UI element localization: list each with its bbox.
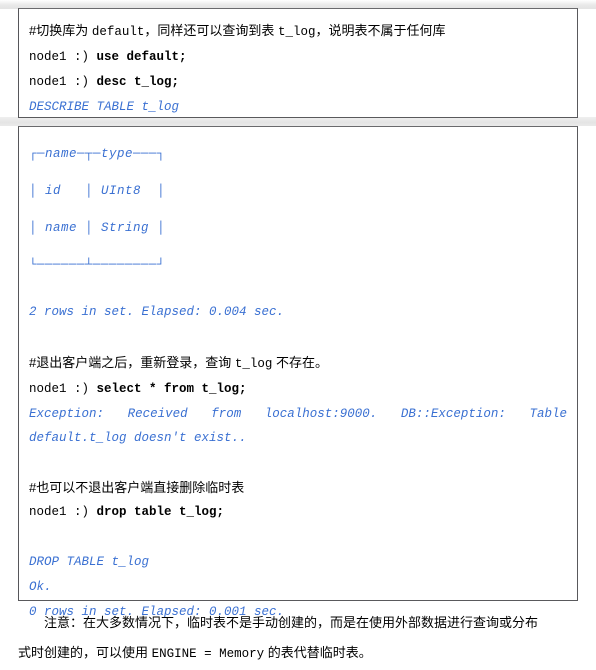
output-drop-table-echo: DROP TABLE t_log (29, 555, 150, 569)
output-exception-line-2: default.t_log doesn't exist.. (29, 431, 247, 445)
comment-text-part-1: #退出客户端之后，重新登录，查询 (29, 355, 235, 370)
comment-code-default: default (91, 25, 145, 39)
note-line-1: 注意：在大多数情况下，临时表不是手动创建的，而是在使用外部数据进行查询或分布 (44, 615, 539, 630)
command-line-select-tlog: node1 :) select * from t_log; (29, 377, 567, 402)
note-paragraph: 注意：在大多数情况下，临时表不是手动创建的，而是在使用外部数据进行查询或分布式时… (18, 608, 578, 669)
output-exception-line-1: Exception: Received from localhost:9000.… (29, 407, 567, 421)
comment-text-part-1: #切换库为 (29, 23, 92, 38)
sql-statement: use default; (96, 50, 187, 64)
comment-code-tlog: t_log (234, 357, 273, 371)
shell-prompt: node1 :) (29, 75, 97, 89)
comment-line-drop-temp-table: #也可以不退出客户端直接删除临时表 (29, 480, 245, 495)
code-block-1: #切换库为 default，同样还可以查询到表 t_log，说明表不属于任何库 … (18, 8, 578, 118)
sql-statement: select * from t_log; (96, 382, 247, 396)
note-line-2: 式时创建的，可以使用 ENGINE = Memory 的表代替临时表。 (18, 638, 578, 669)
code-block-2: ┌─name─┬─type───┐ │ id │ UInt8 │ │ name … (18, 126, 578, 619)
output-ok: Ok. (29, 580, 52, 594)
shell-prompt: node1 :) (29, 50, 97, 64)
sql-statement: desc t_log; (96, 75, 180, 89)
result-table-header-row: ┌─name─┬─type───┐ (29, 147, 166, 161)
output-rows-summary-describe: 2 rows in set. Elapsed: 0.004 sec. (29, 305, 285, 319)
note-engine-memory-code: ENGINE = Memory (151, 647, 265, 661)
code-block-2-content: ┌─name─┬─type───┐ │ id │ UInt8 │ │ name … (19, 127, 577, 631)
output-describe-table: DESCRIBE TABLE t_log (29, 100, 180, 114)
comment-text-part-2: 不存在。 (272, 355, 328, 370)
comment-code-tlog: t_log (277, 25, 316, 39)
note-line-2-pre: 式时创建的，可以使用 (18, 645, 152, 660)
code-block-1-content: #切换库为 default，同样还可以查询到表 t_log，说明表不属于任何库 … (19, 9, 577, 126)
command-line-desc-tlog: node1 :) desc t_log; (29, 70, 567, 95)
sql-statement: drop table t_log; (96, 505, 225, 519)
note-line-2-post: 的表代替临时表。 (264, 645, 372, 660)
shell-prompt: node1 :) (29, 505, 97, 519)
result-table-row: │ id │ UInt8 │ (29, 184, 166, 198)
shell-prompt: node1 :) (29, 382, 97, 396)
result-table-row: │ name │ String │ (29, 221, 166, 235)
command-line-drop-table: node1 :) drop table t_log; (29, 500, 567, 525)
comment-text-part-2: ，同样还可以查询到表 (144, 23, 278, 38)
comment-text-part-3: ，说明表不属于任何库 (315, 23, 446, 38)
comment-line-switch-database: #切换库为 default，同样还可以查询到表 t_log，说明表不属于任何库 (29, 18, 567, 45)
command-line-use-default: node1 :) use default; (29, 45, 567, 70)
result-table-footer-row: └──────┴────────┘ (29, 258, 166, 272)
comment-line-exit-client: #退出客户端之后，重新登录，查询 t_log 不存在。 (29, 350, 567, 377)
